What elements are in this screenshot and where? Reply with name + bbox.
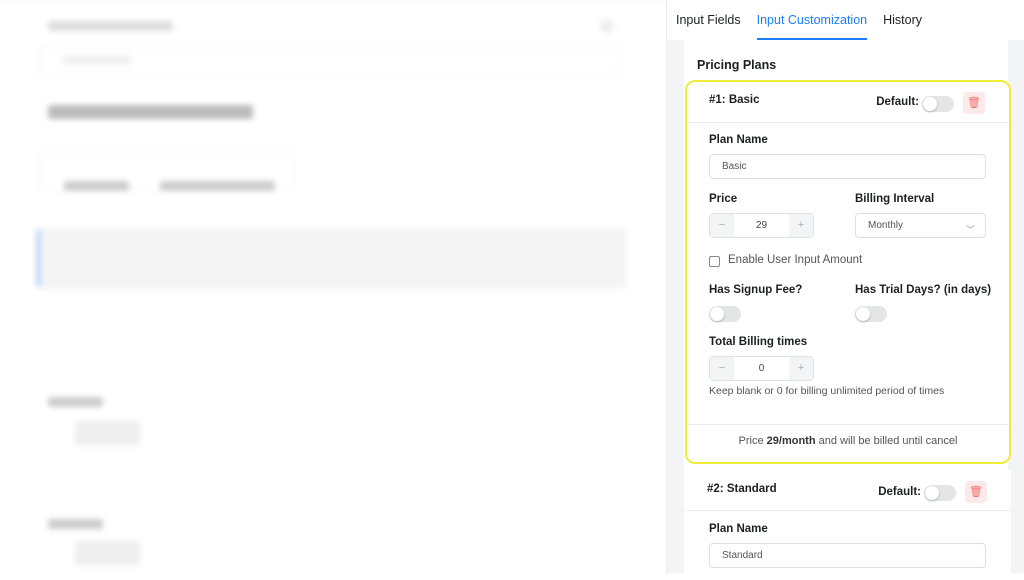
plus-icon[interactable]: + — [789, 357, 813, 380]
plan-header: #2: Standard Default: 🗑 — [685, 470, 1011, 511]
billing-interval-select[interactable]: Monthly ﹀ — [855, 213, 986, 238]
plan-header: #1: Basic Default: 🗑 — [687, 82, 1009, 123]
price-stepper[interactable]: − 29 + — [709, 213, 814, 238]
settings-panel: Input Fields Input Customization History… — [666, 0, 1024, 580]
plus-icon[interactable]: + — [789, 214, 813, 237]
default-toggle[interactable] — [924, 485, 956, 501]
trial-days-label: Has Trial Days? (in days) — [855, 284, 992, 296]
trash-icon[interactable]: 🗑 — [963, 92, 985, 114]
tab-input-fields[interactable]: Input Fields — [676, 0, 741, 40]
default-label: Default: — [876, 96, 919, 108]
billing-times-stepper[interactable]: − 0 + — [709, 356, 814, 381]
plan-title: #2: Standard — [707, 483, 777, 495]
tab-history[interactable]: History — [883, 0, 922, 40]
summary-prefix: Price — [738, 435, 767, 447]
signup-fee-label: Has Signup Fee? — [709, 284, 803, 296]
minus-icon[interactable]: − — [710, 357, 734, 380]
customization-panel: Pricing Plans #1: Basic Default: 🗑 Plan … — [684, 40, 1011, 580]
tab-input-customization[interactable]: Input Customization — [756, 0, 868, 40]
plan-summary: Price 29/month and will be billed until … — [687, 424, 1009, 447]
billing-times-help: Keep blank or 0 for billing unlimited pe… — [709, 385, 945, 397]
pricing-plan-card: #1: Basic Default: 🗑 Plan Name Basic Pri… — [685, 80, 1011, 464]
plan-name-label: Plan Name — [709, 134, 768, 146]
section-title: Pricing Plans — [697, 58, 777, 72]
plan-name-input[interactable]: Standard — [709, 543, 986, 568]
user-input-label: Enable User Input Amount — [728, 254, 863, 266]
billing-interval-label: Billing Interval — [855, 193, 935, 205]
tab-bar: Input Fields Input Customization History — [667, 0, 1024, 40]
price-label: Price — [709, 193, 738, 205]
chevron-down-icon: ﹀ — [965, 225, 975, 235]
plan-name-label: Plan Name — [709, 523, 768, 535]
default-toggle[interactable] — [922, 96, 954, 112]
user-input-checkbox[interactable] — [709, 256, 720, 267]
plan-title: #1: Basic — [709, 94, 760, 106]
default-label: Default: — [878, 486, 921, 498]
price-value[interactable]: 29 — [734, 214, 789, 237]
pricing-plan-card: #2: Standard Default: 🗑 Plan Name Standa… — [685, 470, 1011, 580]
plan-name-input[interactable]: Basic — [709, 154, 986, 179]
summary-price: 29/month — [766, 435, 816, 447]
billing-interval-value: Monthly — [868, 220, 904, 231]
minus-icon[interactable]: − — [710, 214, 734, 237]
trash-icon[interactable]: 🗑 — [965, 481, 987, 503]
signup-fee-toggle[interactable] — [709, 306, 741, 322]
summary-suffix: and will be billed until cancel — [815, 435, 958, 447]
trial-days-toggle[interactable] — [855, 306, 887, 322]
blurred-form-editor — [0, 0, 666, 573]
billing-times-label: Total Billing times — [709, 336, 808, 348]
billing-times-value[interactable]: 0 — [734, 357, 789, 380]
